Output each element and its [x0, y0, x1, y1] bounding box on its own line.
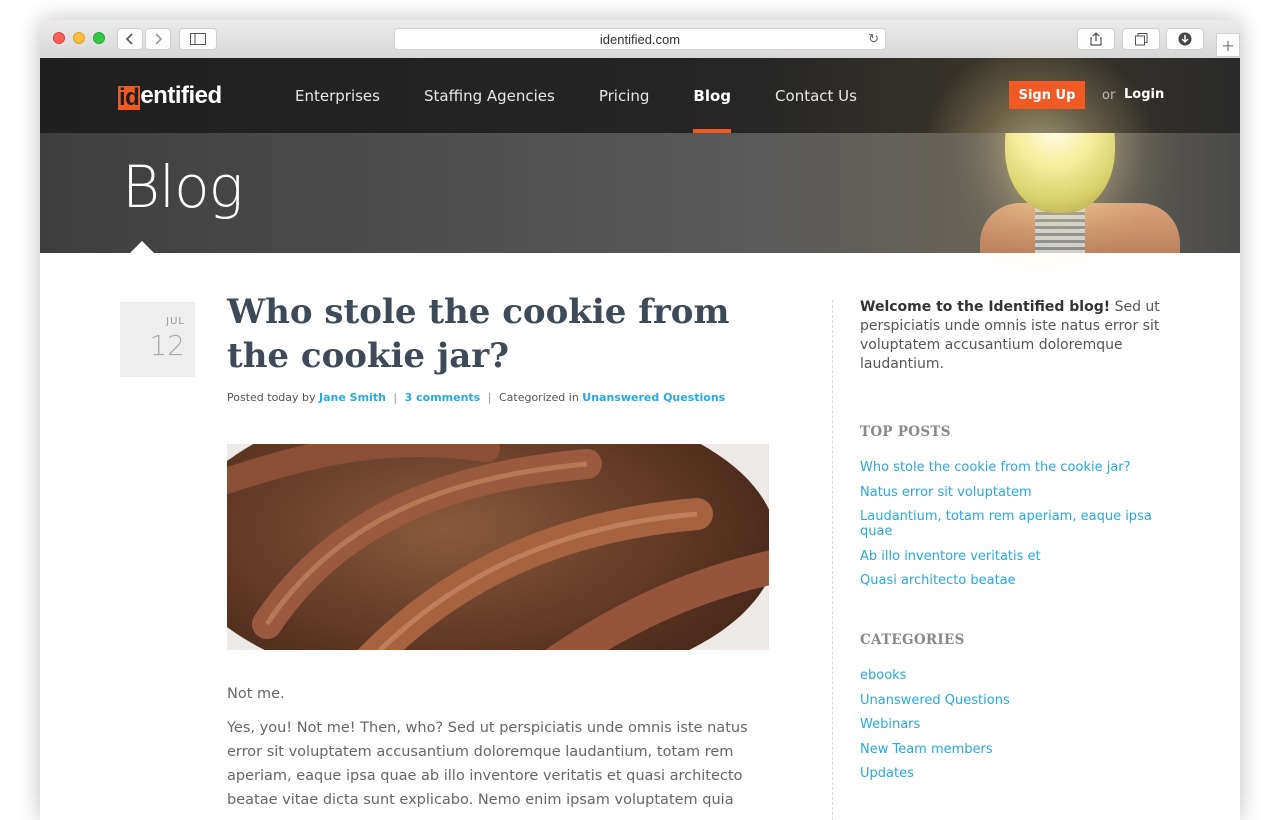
logo-mark: id [118, 84, 141, 111]
sidebar-welcome: Welcome to the Identified blog! Sed ut p… [860, 298, 1170, 374]
share-icon [1090, 32, 1102, 46]
post-date: JUL 12 [120, 302, 195, 377]
categories-heading: CATEGORIES [860, 632, 965, 648]
chevron-right-icon [155, 33, 163, 45]
top-post-link[interactable]: Ab illo inventore veritatis et [860, 549, 1170, 564]
meta-separator: | [487, 391, 492, 404]
or-text: or [1102, 88, 1116, 103]
tabs-button[interactable] [1122, 28, 1160, 50]
lightbulb-image [1005, 133, 1115, 213]
category-link[interactable]: Updates [860, 766, 1170, 781]
back-button[interactable] [117, 28, 143, 50]
site-header: id entified Enterprises Staffing Agencies… [40, 38, 1240, 278]
top-post-link[interactable]: Who stole the cookie from the cookie jar… [860, 460, 1170, 475]
author-link[interactable]: Jane Smith [319, 391, 386, 404]
tabs-icon [1134, 32, 1147, 45]
category-link[interactable]: Webinars [860, 717, 1170, 732]
hero-banner: Blog [40, 133, 1240, 253]
post-date-month: JUL [166, 316, 185, 327]
nav-item-contact-us[interactable]: Contact Us [775, 58, 857, 133]
column-divider [832, 300, 833, 820]
hero-notch [130, 241, 154, 253]
sidebar: Welcome to the Identified blog! Sed ut p… [860, 298, 1170, 791]
nav-item-pricing[interactable]: Pricing [599, 58, 650, 133]
new-tab-button[interactable]: + [1216, 33, 1240, 57]
sidebar-icon [190, 33, 206, 45]
downloads-button[interactable] [1166, 28, 1204, 50]
lightbulb-base [1035, 208, 1085, 253]
forward-button[interactable] [145, 28, 171, 50]
post-paragraph: Not me. [227, 686, 285, 702]
post-title[interactable]: Who stole the cookie from the cookie jar… [227, 290, 787, 378]
reload-icon[interactable]: ↻ [868, 31, 879, 47]
categories-list: ebooks Unanswered Questions Webinars New… [860, 668, 1170, 781]
welcome-heading: Welcome to the Identified blog! [860, 299, 1111, 315]
plus-icon: + [1221, 35, 1235, 55]
post-image-cookie [227, 444, 769, 650]
top-post-link[interactable]: Laudantium, totam rem aperiam, eaque ips… [860, 509, 1170, 539]
chevron-left-icon [125, 33, 133, 45]
address-bar[interactable]: identified.com ↻ [394, 28, 886, 50]
category-link[interactable]: Unanswered Questions [860, 693, 1170, 708]
browser-window: identified.com ↻ + id entified Enterprise… [40, 20, 1240, 820]
sidebar-toggle-button[interactable] [179, 28, 217, 50]
top-posts-list: Who stole the cookie from the cookie jar… [860, 460, 1170, 588]
category-link[interactable]: ebooks [860, 668, 1170, 683]
logo-text: entified [140, 82, 222, 109]
sign-up-button[interactable]: Sign Up [1009, 81, 1085, 109]
post-date-day: 12 [149, 329, 185, 362]
post-meta: Posted today by Jane Smith | 3 comments … [227, 391, 725, 404]
cookie-image [227, 444, 769, 650]
main-nav: Enterprises Staffing Agencies Pricing Bl… [295, 58, 901, 133]
post-body: Not me. Yes, you! Not me! Then, who? Sed… [227, 682, 767, 820]
top-post-link[interactable]: Natus error sit voluptatem [860, 485, 1170, 500]
comments-link[interactable]: 3 comments [405, 391, 481, 404]
nav-item-staffing-agencies[interactable]: Staffing Agencies [424, 58, 555, 133]
login-link[interactable]: Login [1124, 87, 1164, 102]
post-paragraph: Yes, you! Not me! Then, who? Sed ut pers… [227, 720, 748, 808]
download-icon [1178, 32, 1192, 46]
top-posts-heading: TOP POSTS [860, 424, 951, 440]
minimize-window-button[interactable] [73, 32, 85, 44]
categorized-in-text: Categorized in [498, 391, 579, 404]
category-link[interactable]: New Team members [860, 742, 1170, 757]
posted-by-text: Posted today by [227, 391, 316, 404]
url-text: identified.com [599, 31, 681, 47]
category-link[interactable]: Unanswered Questions [582, 391, 725, 404]
zoom-window-button[interactable] [93, 32, 105, 44]
nav-item-enterprises[interactable]: Enterprises [295, 58, 380, 133]
page-title: Blog [122, 153, 243, 221]
close-window-button[interactable] [53, 32, 65, 44]
top-post-link[interactable]: Quasi architecto beatae [860, 573, 1170, 588]
nav-item-blog[interactable]: Blog [693, 58, 731, 133]
identified-logo[interactable]: id entified [118, 82, 222, 110]
meta-separator: | [393, 391, 398, 404]
